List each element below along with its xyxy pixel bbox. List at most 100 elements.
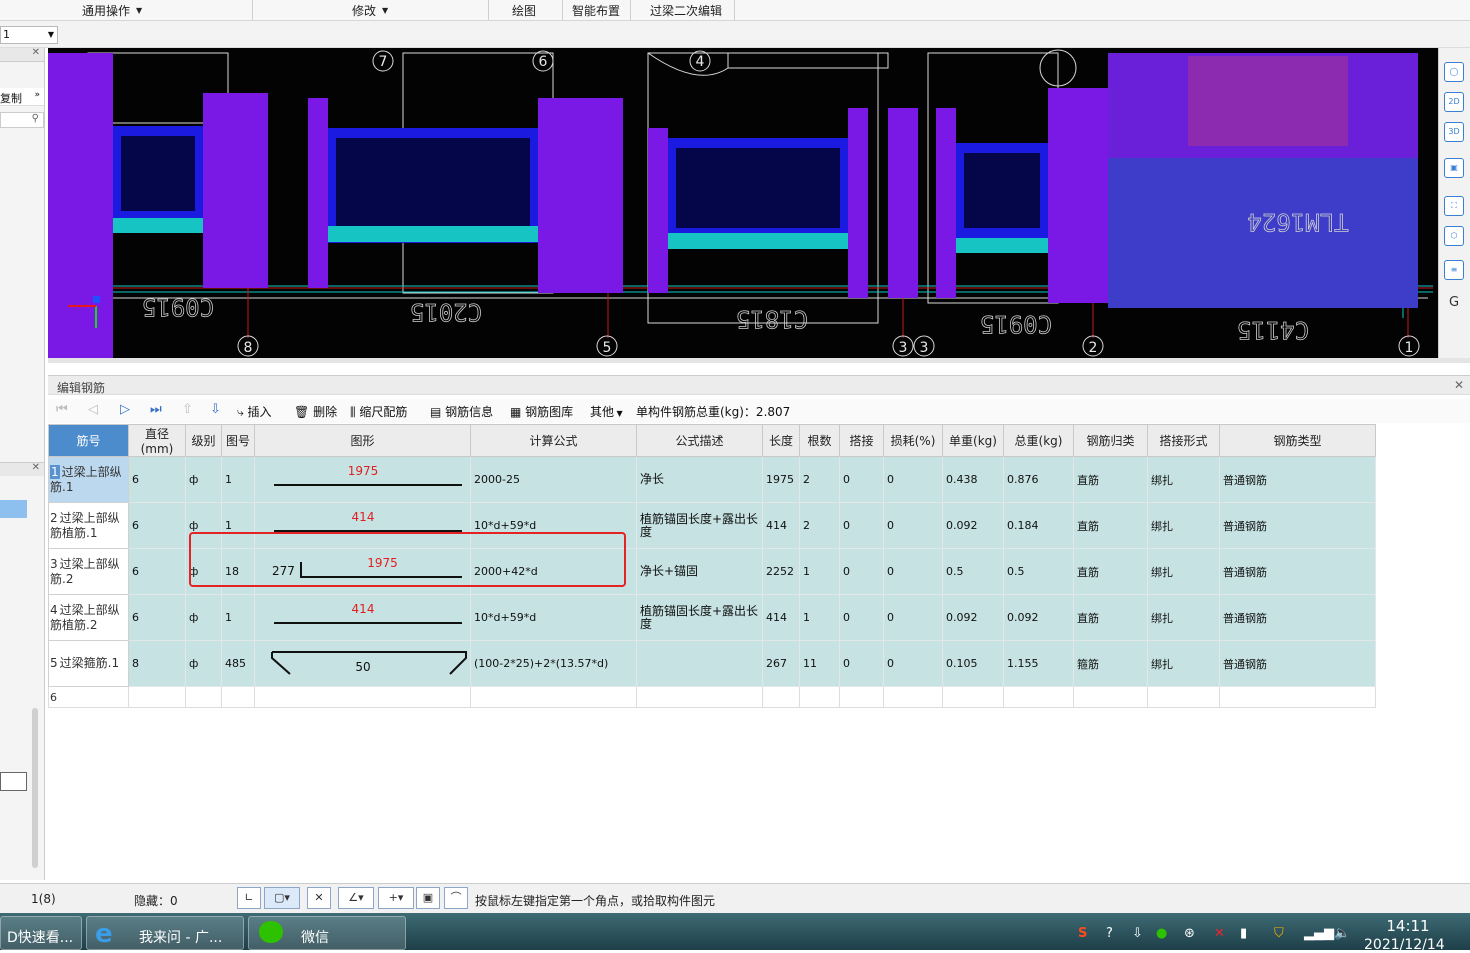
shield-icon[interactable]: ⛉ (1274, 926, 1284, 941)
cell-category[interactable]: 箍筋 (1073, 640, 1148, 687)
cad-3d-viewport[interactable]: 7 6 4 8 5 3 3 2 1 C0915 C2015 C1815 C091… (48, 48, 1438, 358)
rebar-library-button[interactable]: ▦ 钢筋图库 (510, 403, 573, 420)
cell-grade[interactable]: ф (185, 594, 222, 641)
cell-length[interactable]: 1975 (762, 456, 800, 503)
search-input[interactable]: ⚲ (0, 112, 44, 128)
empty-cell[interactable] (254, 686, 471, 708)
left-scrollbar[interactable] (32, 708, 38, 868)
cell-rebar-type[interactable]: 普通钢筋 (1219, 502, 1376, 549)
close-icon[interactable]: ✕ (32, 47, 40, 58)
cell-shape[interactable]: 1975 (254, 456, 471, 503)
cell-category[interactable]: 直筋 (1073, 548, 1148, 595)
move-up-icon[interactable]: ⇧ (182, 402, 193, 417)
ribbon-group-smart-layout[interactable]: 智能布置 (572, 2, 620, 19)
cross-select-icon[interactable]: ✕ (307, 887, 331, 909)
column-header[interactable]: 总重(kg) (1003, 424, 1074, 457)
column-header[interactable]: 级别 (185, 424, 222, 457)
cell-length[interactable]: 414 (762, 502, 800, 549)
cell-length[interactable]: 414 (762, 594, 800, 641)
cell-lap[interactable]: 0 (839, 502, 884, 549)
cell-diameter[interactable]: 6 (128, 456, 186, 503)
cell-loss[interactable]: 0 (883, 640, 943, 687)
empty-cell[interactable] (1219, 686, 1376, 708)
cell-diameter[interactable]: 6 (128, 548, 186, 595)
column-header[interactable]: 计算公式 (470, 424, 637, 457)
cell-rebar-type[interactable]: 普通钢筋 (1219, 548, 1376, 595)
rebar-info-button[interactable]: ▤ 钢筋信息 (430, 403, 493, 420)
cell-lap[interactable]: 0 (839, 548, 884, 595)
column-header[interactable]: 钢筋类型 (1219, 424, 1376, 457)
cell-lap[interactable]: 0 (839, 640, 884, 687)
view-3d-button[interactable]: 3D (1444, 122, 1464, 142)
wireframe-icon[interactable]: ⬡ (1444, 226, 1464, 246)
cell-figure-no[interactable]: 1 (221, 594, 255, 641)
ribbon-group-common-ops[interactable]: 通用操作 (82, 2, 130, 19)
cell-lap-form[interactable]: 绑扎 (1147, 594, 1220, 641)
sogou-icon[interactable]: S (1078, 926, 1087, 941)
cell-total-weight[interactable]: 0.5 (1003, 548, 1074, 595)
empty-cell[interactable] (942, 686, 1004, 708)
cell-rebar-type[interactable]: 普通钢筋 (1219, 456, 1376, 503)
empty-cell[interactable] (636, 686, 763, 708)
empty-cell[interactable] (221, 686, 255, 708)
cell-shape[interactable]: 50 (254, 640, 471, 687)
floor-select[interactable]: 1 ▼ (0, 26, 58, 44)
taskbar-item-ie[interactable]: e 我来问 - 广... (86, 916, 244, 950)
empty-cell[interactable] (1003, 686, 1074, 708)
cell-formula-desc[interactable]: 净长+锚固 (636, 548, 763, 595)
empty-cell[interactable] (839, 686, 884, 708)
close-icon[interactable]: ✕ (1454, 378, 1464, 392)
empty-cell[interactable] (185, 686, 222, 708)
ribbon-group-modify[interactable]: 修改 (352, 2, 376, 19)
cell-figure-no[interactable]: 1 (221, 456, 255, 503)
cell-unit-weight[interactable]: 0.438 (942, 456, 1004, 503)
usb-icon[interactable]: ⇩ (1132, 926, 1143, 941)
prev-record-icon[interactable]: ◁ (88, 402, 98, 417)
cell-formula-desc[interactable]: 净长 (636, 456, 763, 503)
cell-length[interactable]: 267 (762, 640, 800, 687)
cell-shape[interactable]: 414 (254, 594, 471, 641)
column-header[interactable]: 直径(mm) (128, 424, 186, 457)
fit-view-icon[interactable]: ⛶ (1444, 196, 1464, 216)
cell-lap-form[interactable]: 绑扎 (1147, 502, 1220, 549)
cell-rebar-type[interactable]: 普通钢筋 (1219, 594, 1376, 641)
column-header[interactable]: 单重(kg) (942, 424, 1004, 457)
cell-lap[interactable]: 0 (839, 456, 884, 503)
volume-icon[interactable]: 🔈 (1334, 926, 1350, 941)
cell-loss[interactable]: 0 (883, 456, 943, 503)
cell-total-weight[interactable]: 0.184 (1003, 502, 1074, 549)
cell-rebar-type[interactable]: 普通钢筋 (1219, 640, 1376, 687)
column-header[interactable]: 搭接 (839, 424, 884, 457)
cube-icon[interactable]: ▣ (1444, 158, 1464, 178)
cell-formula[interactable]: 10*d+59*d (470, 594, 637, 641)
column-header[interactable]: 长度 (762, 424, 800, 457)
empty-cell[interactable] (883, 686, 943, 708)
cell-bar-name[interactable]: 5 过梁箍筋.1 (48, 640, 129, 687)
cell-loss[interactable]: 0 (883, 594, 943, 641)
cell-loss[interactable]: 0 (883, 502, 943, 549)
left-list-selected[interactable] (0, 500, 27, 518)
cell-lap-form[interactable]: 绑扎 (1147, 548, 1220, 595)
cell-loss[interactable]: 0 (883, 548, 943, 595)
empty-cell[interactable] (128, 686, 186, 708)
signal-icon[interactable]: ▂▄▆ (1304, 926, 1334, 941)
view-2d-button[interactable]: 2D (1444, 92, 1464, 112)
cell-total-weight[interactable]: 0.092 (1003, 594, 1074, 641)
cell-figure-no[interactable]: 485 (221, 640, 255, 687)
cell-diameter[interactable]: 8 (128, 640, 186, 687)
insert-button[interactable]: ⤷ 插入 (237, 403, 272, 420)
cell-bar-name[interactable]: 3 过梁上部纵筋.2 (48, 548, 129, 595)
cell-formula-desc[interactable]: 植筋锚固长度+露出长度 (636, 502, 763, 549)
cell-count[interactable]: 1 (799, 548, 840, 595)
cell-count[interactable]: 2 (799, 456, 840, 503)
help-icon[interactable]: ? (1106, 926, 1113, 941)
ortho-icon[interactable]: ∟ (237, 887, 261, 909)
clock-time[interactable]: 14:11 (1372, 917, 1444, 935)
column-header[interactable]: 搭接形式 (1147, 424, 1220, 457)
cell-grade[interactable]: ф (185, 456, 222, 503)
column-header[interactable]: 图形 (254, 424, 471, 457)
cell-unit-weight[interactable]: 0.092 (942, 502, 1004, 549)
first-record-icon[interactable]: ⏮ (56, 402, 68, 417)
column-header[interactable]: 公式描述 (636, 424, 763, 457)
column-header[interactable]: 筋号 (48, 424, 129, 457)
